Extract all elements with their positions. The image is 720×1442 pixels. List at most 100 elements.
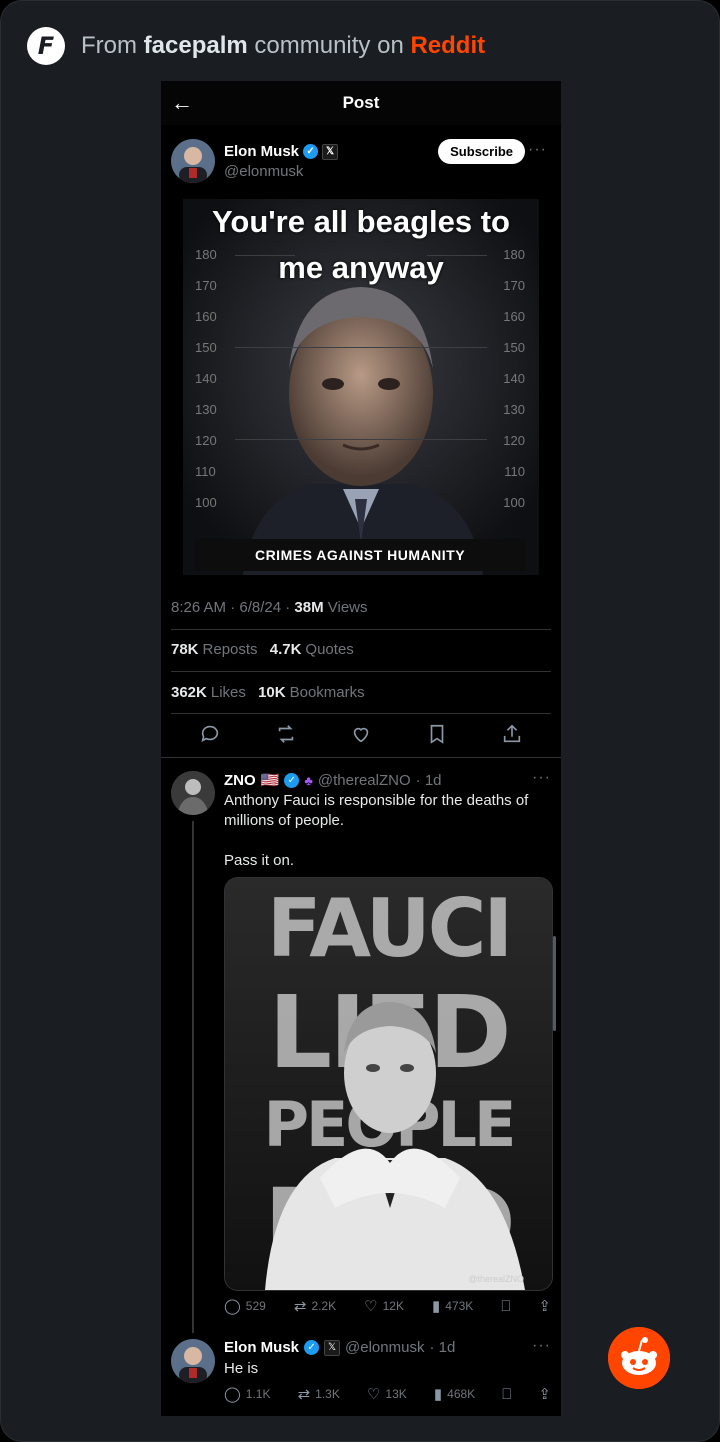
views-bar-chart-icon: ▮ xyxy=(433,1386,443,1403)
like-heart-icon: ♡ xyxy=(364,1298,378,1315)
ruler-mark: 100 xyxy=(503,495,525,510)
like-heart-icon: ♡ xyxy=(366,1386,381,1403)
ruler-mark: 110 xyxy=(195,464,216,479)
reply-header: Elon Musk ✓ 𝕏 @elonmusk · 1d xyxy=(224,1339,455,1356)
more-options-icon[interactable]: ··· xyxy=(532,1337,551,1355)
verified-badge-icon: ✓ xyxy=(303,144,319,159)
likes-label: Likes xyxy=(210,684,246,701)
avatar[interactable] xyxy=(171,139,215,183)
share-button[interactable]: ⇪ xyxy=(538,1297,551,1315)
likes-stat[interactable]: 362K Likes xyxy=(171,684,246,701)
author-name[interactable]: Elon Musk xyxy=(224,143,299,160)
screenshot-frame: F From facepalm community on Reddit ← Po… xyxy=(0,0,720,1442)
repost-stats: 78K Reposts 4.7K Quotes xyxy=(171,641,354,658)
ruler-mark: 140 xyxy=(195,371,217,386)
reply-icon[interactable] xyxy=(199,723,221,751)
meme-line-2: me anyway xyxy=(278,250,444,285)
ruler-mark: 130 xyxy=(503,402,525,417)
subscribe-button[interactable]: Subscribe xyxy=(438,139,525,164)
divider xyxy=(171,671,551,672)
ruler-mark: 100 xyxy=(195,495,217,510)
reply-text: He is xyxy=(224,1360,259,1377)
reply-count: 1.1K xyxy=(245,1387,271,1401)
reply-image[interactable]: FAUCI LIED PEOPLE DIED @therealZNO xyxy=(224,877,553,1291)
reply-count-button[interactable]: ◯ 529 xyxy=(224,1297,266,1315)
meme-caption: You're all beagles to me anyway xyxy=(183,199,539,291)
bookmarks-count: 10K xyxy=(258,684,286,701)
reddit-snoo-icon[interactable] xyxy=(608,1327,670,1389)
reply-author-name[interactable]: ZNO xyxy=(224,772,256,789)
more-options-icon[interactable]: ··· xyxy=(532,769,551,787)
source-label: From facepalm community on Reddit xyxy=(81,32,485,60)
back-arrow-icon[interactable]: ← xyxy=(171,90,193,116)
quotes-label: Quotes xyxy=(305,641,354,658)
repost-count: 1.3K xyxy=(315,1387,340,1401)
like-heart-icon[interactable] xyxy=(350,723,372,751)
bookmark-button[interactable]: ⎕ xyxy=(501,1298,510,1315)
reposts-label: Reposts xyxy=(202,641,258,658)
share-button[interactable]: ⇪ xyxy=(538,1385,551,1403)
scrollbar-thumb[interactable] xyxy=(553,936,556,1031)
post-timestamp: 8:26 AM · 6/8/24 · 38M Views xyxy=(171,599,368,616)
ruler-line xyxy=(235,347,487,348)
meme-line-1: You're all beagles to xyxy=(212,204,510,239)
ruler-mark: 120 xyxy=(503,433,525,448)
bookmarks-stat[interactable]: 10K Bookmarks xyxy=(258,684,365,701)
like-count: 12K xyxy=(382,1299,404,1313)
reply-text: Anthony Fauci is responsible for the dea… xyxy=(224,792,529,869)
avatar[interactable] xyxy=(171,771,215,815)
avatar[interactable] xyxy=(171,1339,215,1383)
reply-count-button[interactable]: ◯ 1.1K xyxy=(224,1385,270,1403)
community-name[interactable]: facepalm xyxy=(144,32,248,59)
reply-time[interactable]: · 1d xyxy=(416,772,442,789)
like-count-button[interactable]: ♡ 12K xyxy=(364,1297,404,1315)
ruler-mark: 140 xyxy=(503,371,525,386)
reply-image-figure xyxy=(265,1002,525,1290)
affiliate-badge-icon: ♣ xyxy=(304,772,313,788)
bookmark-button[interactable]: ⎕ xyxy=(502,1386,511,1403)
ruler-mark: 130 xyxy=(195,402,217,417)
views-label: Views xyxy=(323,599,368,616)
reposts-stat[interactable]: 78K Reposts xyxy=(171,641,258,658)
reply-author-handle[interactable]: @elonmusk xyxy=(345,1339,424,1356)
like-count-button[interactable]: ♡ 13K xyxy=(367,1385,407,1403)
post-time[interactable]: 8:26 AM · 6/8/24 · xyxy=(171,599,294,616)
us-flag-icon: 🇺🇸 xyxy=(260,772,280,789)
repost-icon: ⇄ xyxy=(297,1386,311,1403)
divider xyxy=(171,713,551,714)
verified-badge-icon: ✓ xyxy=(304,1340,320,1355)
reply-count: 529 xyxy=(245,1299,266,1313)
repost-count-button[interactable]: ⇄ 1.3K xyxy=(298,1385,340,1403)
repost-icon[interactable] xyxy=(275,723,297,751)
view-count-button[interactable]: ▮ 473K xyxy=(432,1297,473,1315)
more-options-icon[interactable]: ··· xyxy=(528,141,547,159)
reply-time[interactable]: · 1d xyxy=(429,1339,455,1356)
ruler-line xyxy=(235,439,487,440)
reply-author-name[interactable]: Elon Musk xyxy=(224,1339,299,1356)
reddit-link[interactable]: Reddit xyxy=(410,32,485,59)
reply-icon: ◯ xyxy=(224,1386,241,1403)
x-affiliation-icon: 𝕏 xyxy=(324,1339,341,1356)
ruler-mark: 150 xyxy=(195,340,217,355)
repost-count-button[interactable]: ⇄ 2.2K xyxy=(294,1297,336,1315)
bookmark-icon: ⎕ xyxy=(502,1385,512,1403)
likes-count: 362K xyxy=(171,684,207,701)
quotes-stat[interactable]: 4.7K Quotes xyxy=(270,641,354,658)
bookmark-icon[interactable] xyxy=(426,723,448,751)
author-handle[interactable]: @elonmusk xyxy=(224,163,303,180)
author-name-row: Elon Musk ✓ 𝕏 xyxy=(224,143,339,160)
like-stats: 362K Likes 10K Bookmarks xyxy=(171,684,365,701)
post-actions xyxy=(171,723,551,751)
reply-author-handle[interactable]: @therealZNO xyxy=(318,772,411,789)
share-icon[interactable] xyxy=(501,723,523,751)
facepalm-community-icon[interactable]: F xyxy=(27,27,65,65)
share-icon: ⇪ xyxy=(538,1386,551,1403)
divider xyxy=(171,629,551,630)
reply-icon: ◯ xyxy=(224,1298,241,1315)
post-author: Elon Musk ✓ 𝕏 @elonmusk Subscribe ··· xyxy=(171,139,551,187)
repost-icon: ⇄ xyxy=(293,1298,307,1315)
ruler-mark: 160 xyxy=(195,309,217,324)
reply-header: ZNO 🇺🇸 ✓ ♣ @therealZNO · 1d xyxy=(224,771,442,790)
post-image[interactable]: 180 170 160 150 140 130 120 110 100 180 … xyxy=(183,199,539,575)
view-count-button[interactable]: ▮ 468K xyxy=(434,1385,475,1403)
